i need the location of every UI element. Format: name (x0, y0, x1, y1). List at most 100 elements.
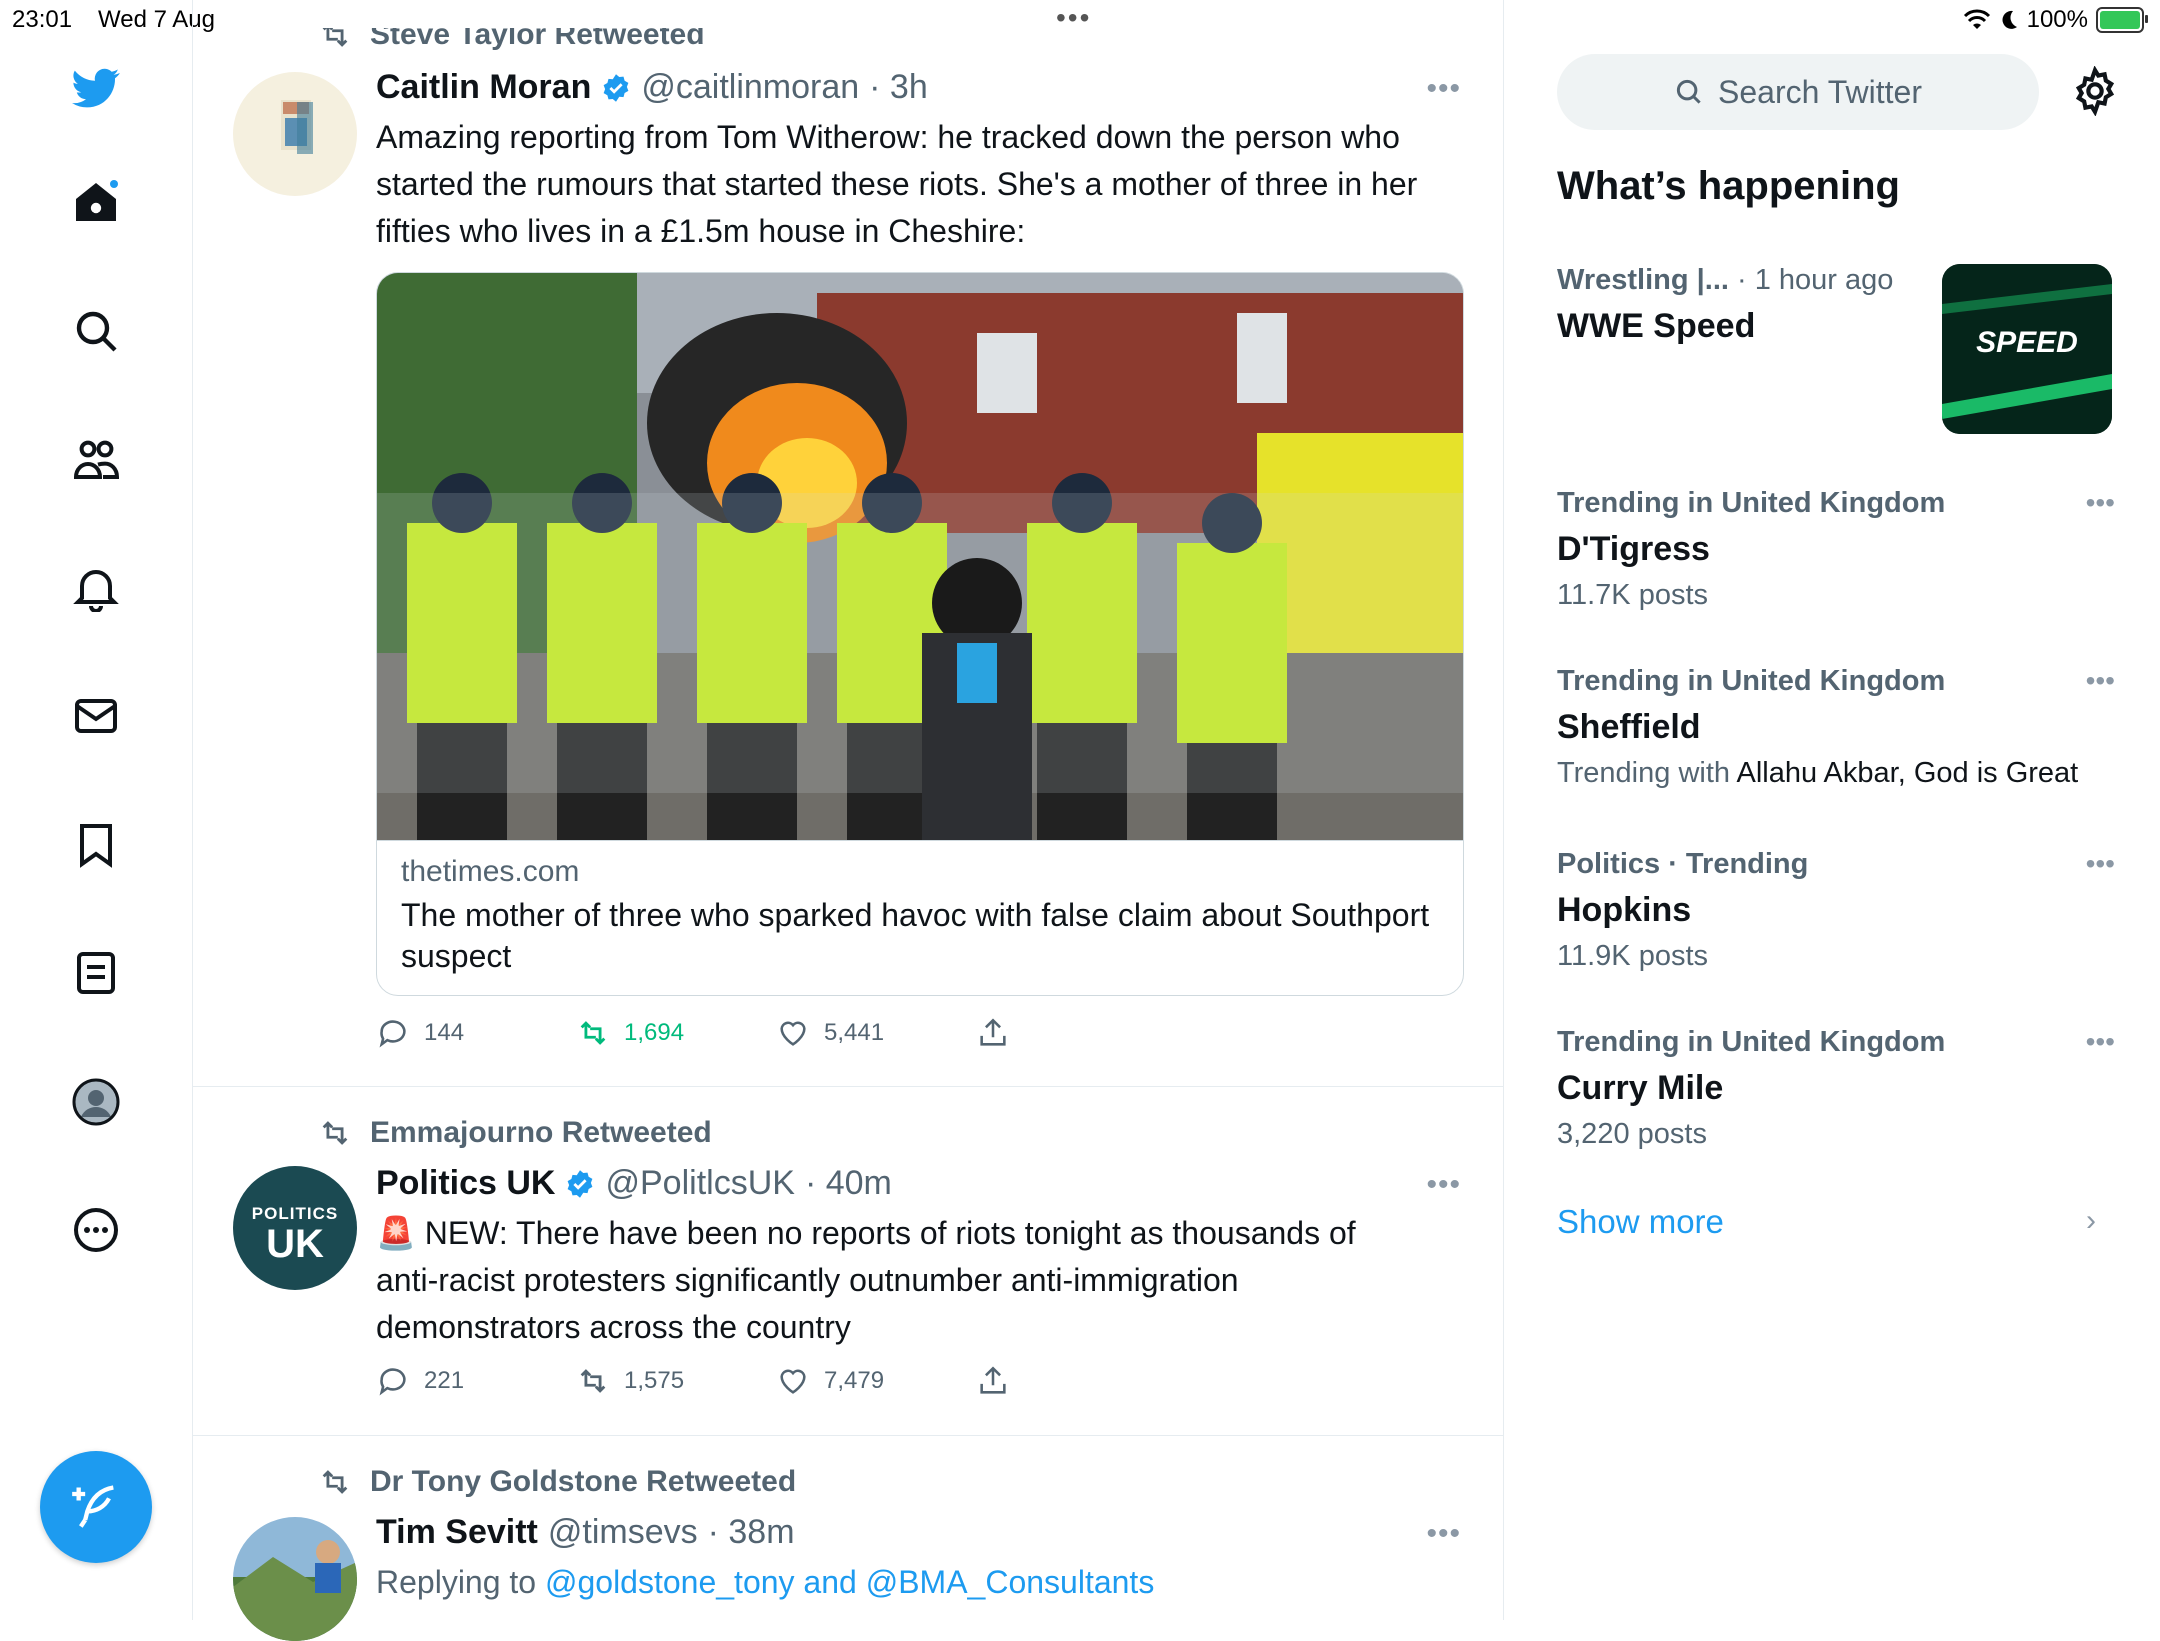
avatar-bottom-text: UK (266, 1222, 324, 1266)
twitter-logo-icon[interactable] (70, 62, 122, 114)
card-meta: thetimes.com The mother of three who spa… (377, 840, 1463, 995)
retweet-icon (580, 1369, 606, 1393)
author-name[interactable]: Politics UK (376, 1164, 555, 1203)
messages-envelope-icon[interactable] (70, 690, 122, 742)
replying-to-mentions[interactable]: @goldstone_tony and @BMA_Consultants (545, 1564, 1154, 1600)
reply-context: Replying to @goldstone_tony and @BMA_Con… (376, 1559, 1426, 1606)
featured-trend-image: SPEED (1942, 264, 2112, 434)
tweet-header: Politics UK @PolitlcsUK · 40m (376, 1164, 892, 1203)
retweet-icon (322, 1121, 348, 1145)
tweet-more-icon[interactable]: ••• (1426, 72, 1461, 106)
tweet-time[interactable]: · 3h (869, 68, 928, 107)
share-button[interactable] (976, 1016, 1176, 1050)
author-handle[interactable]: @timsevs (548, 1513, 698, 1552)
trend-posts: 11.7K posts (1557, 579, 1709, 611)
replying-to-label: Replying to (376, 1564, 537, 1600)
whats-happening-heading: What’s happening (1557, 164, 1900, 208)
retweet-count: 1,694 (624, 1019, 685, 1046)
retweeted-by: Emmajourno Retweeted (370, 1116, 712, 1149)
explore-search-icon[interactable] (70, 305, 122, 357)
like-button[interactable]: 5,441 (776, 1016, 976, 1050)
share-icon (980, 1366, 1006, 1394)
status-right: 100% (1963, 6, 2148, 34)
wifi-icon (1963, 9, 1990, 29)
trend-item[interactable]: Trending in United Kingdom ••• Sheffield… (1557, 665, 2117, 790)
retweet-icon (322, 28, 348, 47)
tweet-actions: 144 1,694 5,441 (376, 1016, 1176, 1050)
siren-emoji-icon: 🚨 (376, 1215, 416, 1251)
author-handle[interactable]: @PolitlcsUK (605, 1164, 794, 1203)
card-image (377, 273, 1463, 840)
tweet-text-body: NEW: There have been no reports of riots… (376, 1215, 1356, 1345)
trend-title: Sheffield (1557, 708, 1701, 746)
share-button[interactable] (976, 1364, 1176, 1398)
left-navigation (0, 0, 193, 1620)
heart-icon (780, 1021, 806, 1046)
settings-gear-icon[interactable] (2070, 65, 2120, 117)
reply-button[interactable]: 221 (376, 1364, 576, 1398)
trend-more-icon[interactable]: ••• (2086, 848, 2115, 880)
timeline: Steve Taylor Retweeted Caitlin Moran @ca… (193, 0, 1504, 1641)
show-more-link[interactable]: Show more (1557, 1203, 1724, 1241)
trend-context: Trending in United Kingdom (1557, 665, 1946, 697)
trend-title: Curry Mile (1557, 1069, 1724, 1107)
avatar[interactable]: POLITICS UK (233, 1166, 357, 1290)
author-name[interactable]: Caitlin Moran (376, 68, 591, 107)
trend-item[interactable]: Trending in United Kingdom ••• Curry Mil… (1557, 1026, 2117, 1151)
notifications-bell-icon[interactable] (70, 562, 122, 614)
trend-more-icon[interactable]: ••• (2086, 1026, 2115, 1058)
retweet-icon (322, 1470, 348, 1494)
like-button[interactable]: 7,479 (776, 1364, 976, 1398)
retweeted-by: Steve Taylor Retweeted (370, 18, 705, 51)
trend-item[interactable]: Trending in United Kingdom ••• D'Tigress… (1557, 487, 2117, 612)
reply-count: 144 (424, 1019, 465, 1046)
tweet[interactable]: Emmajourno Retweeted POLITICS UK Politic… (193, 1086, 1503, 1436)
tweet-text: Amazing reporting from Tom Witherow: he … (376, 119, 1418, 249)
tweet[interactable]: Dr Tony Goldstone Retweeted Tim Sevitt @… (193, 1435, 1503, 1641)
retweeted-by: Dr Tony Goldstone Retweeted (370, 1465, 797, 1498)
avatar[interactable] (233, 72, 357, 196)
tweet-time[interactable]: · 38m (708, 1513, 795, 1552)
tweet-time[interactable]: · 40m (805, 1164, 892, 1203)
retweet-context: Dr Tony Goldstone Retweeted (318, 1465, 796, 1499)
trend-sub-prefix: Trending with (1557, 757, 1731, 789)
tweet-text: 🚨 NEW: There have been no reports of rio… (376, 1210, 1426, 1351)
author-name[interactable]: Tim Sevitt (376, 1513, 538, 1552)
author-handle[interactable]: @caitlinmoran (641, 68, 859, 107)
share-icon (980, 1018, 1006, 1046)
compose-tweet-button[interactable] (40, 1451, 152, 1563)
profile-avatar-icon[interactable] (70, 1076, 122, 1128)
card-domain: thetimes.com (401, 855, 580, 888)
more-options-icon[interactable] (70, 1204, 122, 1256)
reply-icon (379, 1020, 406, 1048)
search-input[interactable]: Search Twitter (1557, 54, 2039, 130)
moon-icon (2002, 10, 2017, 29)
home-icon[interactable] (70, 176, 122, 228)
tweet-more-icon[interactable]: ••• (1426, 1517, 1461, 1551)
reply-icon (379, 1368, 406, 1396)
tweet-header: Caitlin Moran @caitlinmoran · 3h (376, 68, 928, 107)
retweet-count: 1,575 (624, 1367, 685, 1394)
search-placeholder: Search Twitter (1718, 73, 1922, 110)
verified-badge-icon (603, 73, 629, 102)
trend-item[interactable]: Politics · Trending ••• Hopkins 11.9K po… (1557, 848, 2117, 973)
trend-posts: 3,220 posts (1557, 1118, 1707, 1150)
search-icon (1676, 79, 1701, 104)
retweet-button[interactable]: 1,694 (576, 1016, 776, 1050)
communities-icon[interactable] (70, 433, 122, 485)
chevron-right-icon[interactable]: › (2086, 1204, 2096, 1238)
bookmarks-icon[interactable] (70, 819, 122, 871)
card-title: The mother of three who sparked havoc wi… (401, 897, 1430, 974)
link-card[interactable]: thetimes.com The mother of three who spa… (376, 272, 1464, 996)
avatar[interactable] (233, 1517, 357, 1641)
reply-button[interactable]: 144 (376, 1016, 576, 1050)
lists-icon[interactable] (70, 947, 122, 999)
featured-trend[interactable]: Wrestling |... · 1 hour ago WWE Speed SP… (1557, 264, 2117, 434)
tweet-more-icon[interactable]: ••• (1426, 1168, 1461, 1202)
trend-context: Trending in United Kingdom (1557, 1026, 1946, 1058)
retweet-button[interactable]: 1,575 (576, 1364, 776, 1398)
trend-more-icon[interactable]: ••• (2086, 665, 2115, 697)
trend-more-icon[interactable]: ••• (2086, 487, 2115, 519)
trend-context-time: · 1 hour ago (1737, 264, 1894, 296)
tweet[interactable]: Steve Taylor Retweeted Caitlin Moran @ca… (193, 0, 1503, 1087)
